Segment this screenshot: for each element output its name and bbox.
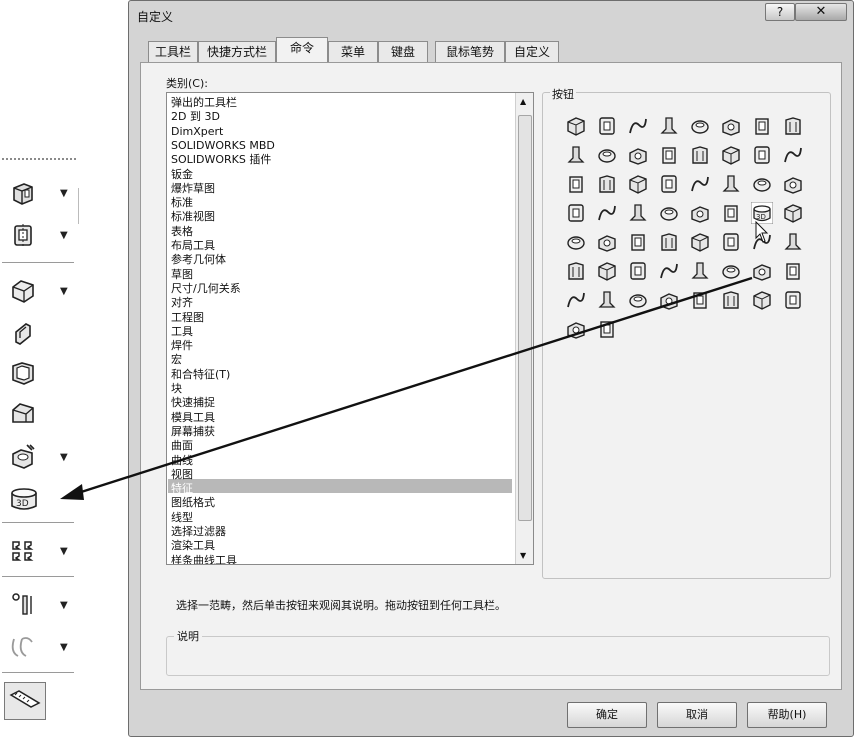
arrowhead-icon (60, 484, 84, 500)
drag-arrow (60, 220, 769, 500)
mouse-cursor-icon (755, 220, 769, 243)
